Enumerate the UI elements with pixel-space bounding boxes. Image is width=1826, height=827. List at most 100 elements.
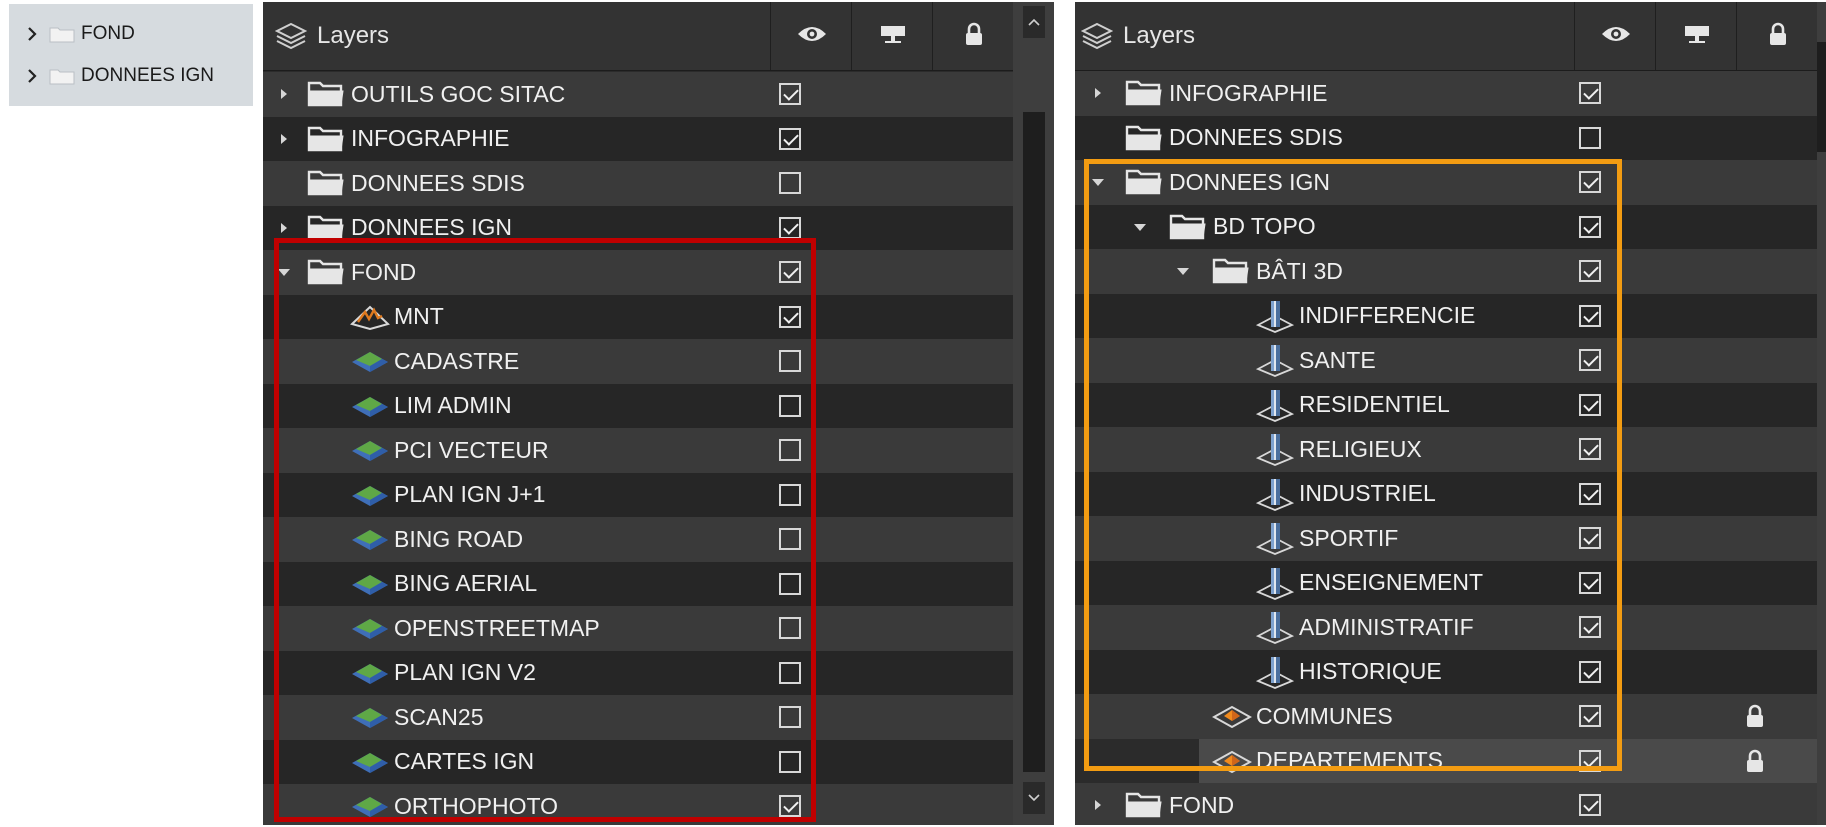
visibility-checkbox[interactable] [779,250,801,295]
layer-row-enseignement[interactable]: ENSEIGNEMENT [1075,560,1817,606]
layer-row-administratif[interactable]: ADMINISTRATIF [1075,605,1817,650]
visibility-checkbox[interactable] [779,384,801,429]
layer-label: SPORTIF [1299,524,1399,551]
layer-row-residentiel[interactable]: RESIDENTIEL [1075,382,1817,428]
expand-right-icon[interactable] [276,72,292,117]
selectable-column-header[interactable] [851,2,933,70]
expand-down-icon[interactable] [1090,160,1106,205]
layer-row-infographie[interactable]: INFOGRAPHIE [1075,71,1817,116]
visibility-checkbox[interactable] [1579,116,1601,161]
layer-row-mnt[interactable]: MNT [263,294,1013,340]
layer-row-scan25[interactable]: SCAN25 [263,695,1013,740]
visibility-checkbox[interactable] [779,72,801,117]
visibility-checkbox[interactable] [1579,739,1601,784]
visibility-checkbox[interactable] [779,473,801,518]
layer-row-departements[interactable]: DEPARTEMENTS [1199,738,1817,784]
visibility-checkbox[interactable] [1579,516,1601,561]
visibility-checkbox[interactable] [779,562,801,607]
layer-row-bati-3d[interactable]: BÂTI 3D [1075,249,1817,294]
lock-icon[interactable] [1745,694,1765,739]
visibility-checkbox[interactable] [1579,294,1601,339]
lock-column-header[interactable] [932,2,1014,70]
lock-icon[interactable] [1745,739,1765,784]
folder-icon [307,72,345,117]
visibility-checkbox[interactable] [1579,71,1601,116]
layer-row-religieux[interactable]: RELIGIEUX [1075,427,1817,472]
layer-row-bing-aerial[interactable]: BING AERIAL [263,561,1013,607]
layer-row-industriel[interactable]: INDUSTRIEL [1075,471,1817,517]
visibility-checkbox[interactable] [779,517,801,562]
expand-right-icon[interactable] [1090,783,1106,825]
visibility-checkbox[interactable] [1579,205,1601,250]
expand-right-icon[interactable] [276,117,292,162]
visibility-checkbox[interactable] [1579,650,1601,695]
visibility-checkbox[interactable] [1579,160,1601,205]
scroll-down-button[interactable] [1023,782,1045,814]
expand-right-icon[interactable] [276,206,292,251]
visibility-checkbox[interactable] [779,206,801,251]
scrollbar-thumb[interactable] [1023,112,1045,772]
visibility-column-header[interactable] [1574,2,1656,70]
layer-row-fond[interactable]: FOND [1075,783,1817,825]
visibility-checkbox[interactable] [779,651,801,696]
layer-row-sante[interactable]: SANTE [1075,338,1817,383]
visibility-checkbox[interactable] [1579,383,1601,428]
layer-row-bd-topo[interactable]: BD TOPO [1075,204,1817,250]
chevron-right-icon[interactable] [25,27,39,41]
lock-column-header[interactable] [1736,2,1818,70]
expand-down-icon[interactable] [276,250,292,295]
visibility-checkbox[interactable] [779,117,801,162]
visibility-checkbox[interactable] [779,161,801,206]
visibility-checkbox[interactable] [1579,561,1601,606]
layer-row-bing-road[interactable]: BING ROAD [263,517,1013,562]
visibility-checkbox[interactable] [1579,249,1601,294]
layer-row-indifferencie[interactable]: INDIFFERENCIE [1075,293,1817,339]
visibility-checkbox[interactable] [779,339,801,384]
expand-right-icon[interactable] [1090,71,1106,116]
expand-down-icon[interactable] [1175,249,1191,294]
visibility-checkbox[interactable] [1579,694,1601,739]
visibility-checkbox[interactable] [779,695,801,740]
vertical-scrollbar[interactable] [1013,2,1054,825]
visibility-checkbox[interactable] [779,606,801,651]
chevron-right-icon[interactable] [25,69,39,83]
layer-row-cadastre[interactable]: CADASTRE [263,339,1013,384]
expand-down-icon[interactable] [1132,205,1148,250]
layer-row-sportif[interactable]: SPORTIF [1075,516,1817,561]
layer-label: BING ROAD [394,525,524,552]
layer-row-donnees-ign[interactable]: DONNEES IGN [1075,160,1817,205]
visibility-checkbox[interactable] [779,428,801,473]
visibility-checkbox[interactable] [779,295,801,340]
visibility-checkbox[interactable] [1579,338,1601,383]
layer-row-donnees-sdis[interactable]: DONNEES SDIS [263,161,1013,206]
layer-row-pci-vecteur[interactable]: PCI VECTEUR [263,428,1013,473]
selectable-column-header[interactable] [1655,2,1737,70]
layer-row-openstreetmap[interactable]: OPENSTREETMAP [263,606,1013,651]
scroll-up-button[interactable] [1023,6,1045,38]
layer-label: INFOGRAPHIE [1169,79,1328,106]
visibility-checkbox[interactable] [1579,472,1601,517]
visibility-checkbox[interactable] [779,784,801,825]
mini-tree-item-donnees-ign[interactable]: DONNEES IGN [9,56,214,96]
collapsed-layer-tree: FOND DONNEES IGN [9,4,253,106]
layer-row-cartes-ign[interactable]: CARTES IGN [263,739,1013,785]
mini-tree-item-fond[interactable]: FOND [9,14,135,54]
layer-row-historique[interactable]: HISTORIQUE [1075,649,1817,695]
layer-row-donnees-sdis[interactable]: DONNEES SDIS [1075,115,1817,161]
layer-row-communes[interactable]: COMMUNES [1075,694,1817,739]
visibility-checkbox[interactable] [1579,783,1601,825]
vertical-scrollbar[interactable] [1817,2,1826,825]
layer-row-outils-goc-sitac[interactable]: OUTILS GOC SITAC [263,72,1013,117]
layer-row-fond[interactable]: FOND [263,250,1013,295]
layer-row-donnees-ign[interactable]: DONNEES IGN [263,205,1013,251]
visibility-checkbox[interactable] [779,740,801,785]
layer-row-plan-ign-v2[interactable]: PLAN IGN V2 [263,650,1013,696]
scrollbar-thumb[interactable] [1817,42,1826,152]
layer-row-plan-ign-j-1[interactable]: PLAN IGN J+1 [263,472,1013,518]
visibility-checkbox[interactable] [1579,427,1601,472]
layer-row-infographie[interactable]: INFOGRAPHIE [263,116,1013,162]
layer-row-lim-admin[interactable]: LIM ADMIN [263,383,1013,429]
layer-row-orthophoto[interactable]: ORTHOPHOTO [263,784,1013,825]
visibility-column-header[interactable] [770,2,852,70]
visibility-checkbox[interactable] [1579,605,1601,650]
